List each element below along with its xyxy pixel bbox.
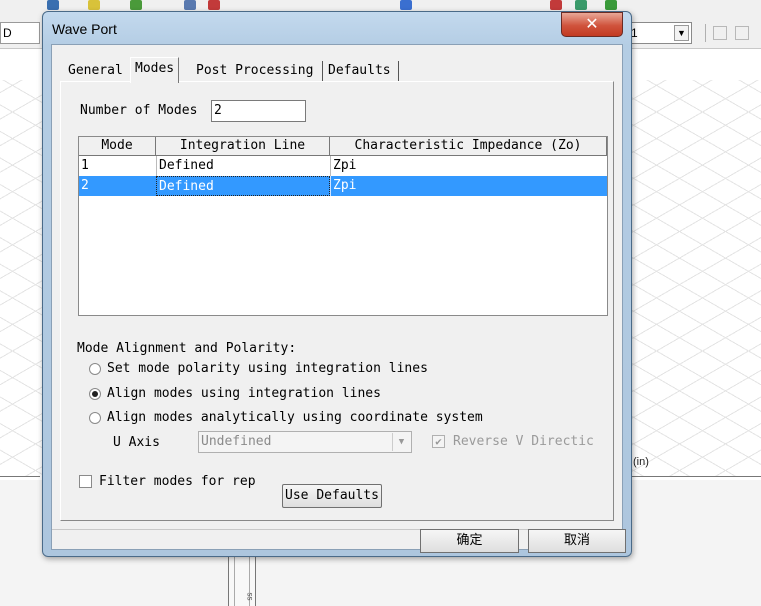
cancel-button[interactable]: 取消 — [528, 529, 626, 553]
toolbar-icon[interactable] — [184, 0, 196, 10]
add-view-icon[interactable] — [735, 26, 749, 40]
toolbar-icon[interactable] — [208, 0, 220, 10]
u-axis-value: Undefined — [201, 434, 272, 449]
mode-cell[interactable]: 1 — [79, 156, 156, 176]
u-axis-select[interactable]: Undefined ▼ — [198, 431, 412, 453]
dialog-client-area: General Modes Post Processing Defaults N… — [51, 44, 626, 553]
impedance-cell[interactable]: Zpi — [330, 156, 607, 176]
align-integration-label[interactable]: Align modes using integration lines — [107, 386, 381, 401]
u-axis-label: U Axis — [113, 435, 160, 450]
integration-line-cell[interactable]: Defined — [156, 156, 330, 176]
background-combo-right-value: 1 — [631, 26, 638, 40]
close-icon: ✕ — [585, 14, 599, 33]
tab-defaults[interactable]: Defaults — [326, 61, 393, 82]
polarity-integration-radio[interactable] — [89, 363, 101, 375]
wave-port-dialog: Wave Port ✕ General Modes Post Processin… — [42, 11, 632, 557]
modes-grid[interactable]: Mode Integration Line Characteristic Imp… — [78, 136, 608, 316]
use-defaults-button[interactable]: Use Defaults — [282, 484, 382, 508]
toolbar-separator — [705, 24, 706, 42]
align-analytic-radio[interactable] — [89, 412, 101, 424]
table-row[interactable]: 2 Defined Zpi — [79, 176, 607, 196]
alignment-section-label: Mode Alignment and Polarity: — [77, 341, 297, 356]
toolbar-icon[interactable] — [605, 0, 617, 10]
filter-modes-checkbox[interactable] — [79, 475, 92, 488]
tab-post-processing[interactable]: Post Processing — [194, 61, 315, 82]
table-row[interactable]: 1 Defined Zpi — [79, 156, 607, 176]
chevron-down-icon[interactable]: ▼ — [674, 25, 689, 41]
impedance-cell[interactable]: Zpi — [330, 176, 607, 196]
tab-general[interactable]: General — [66, 61, 125, 82]
close-button[interactable]: ✕ — [561, 12, 623, 37]
toolbar-icon[interactable] — [130, 0, 142, 10]
reverse-v-label[interactable]: Reverse V Directic — [453, 434, 594, 449]
toolbar-icon[interactable] — [400, 0, 412, 10]
mode-cell[interactable]: 2 — [79, 176, 156, 196]
ok-button[interactable]: 确定 — [420, 529, 519, 553]
align-integration-radio[interactable] — [89, 388, 101, 400]
toolbar-icon[interactable] — [47, 0, 59, 10]
column-header-integration-line[interactable]: Integration Line — [156, 137, 330, 156]
tab-separator — [398, 61, 399, 81]
background-combo-right[interactable]: 1 ▼ — [628, 22, 692, 44]
number-of-modes-label: Number of Modes — [80, 103, 198, 118]
align-analytic-label[interactable]: Align modes analytically using coordinat… — [107, 410, 483, 425]
toolbar-icon[interactable] — [88, 0, 100, 10]
number-of-modes-input[interactable]: 2 — [211, 100, 306, 122]
tab-modes[interactable]: Modes — [130, 57, 180, 83]
unit-label: (in) — [633, 456, 649, 468]
column-header-impedance[interactable]: Characteristic Impedance (Zo) — [330, 137, 607, 156]
splitter-label: ss — [245, 592, 255, 601]
split-view-icon[interactable] — [713, 26, 727, 40]
toolbar-icon[interactable] — [575, 0, 587, 10]
chevron-down-icon[interactable]: ▼ — [392, 433, 410, 451]
integration-line-cell[interactable]: Defined — [156, 176, 330, 196]
reverse-v-checkbox[interactable]: ✔ — [432, 435, 445, 448]
background-combo-left-value: D — [3, 26, 12, 40]
filter-modes-label[interactable]: Filter modes for rep — [99, 474, 256, 489]
tab-separator — [322, 61, 323, 81]
column-header-mode[interactable]: Mode — [79, 137, 156, 156]
polarity-integration-label[interactable]: Set mode polarity using integration line… — [107, 361, 428, 376]
toolbar-icon[interactable] — [550, 0, 562, 10]
dialog-title: Wave Port — [52, 21, 117, 37]
background-combo-left[interactable]: D — [0, 22, 40, 44]
